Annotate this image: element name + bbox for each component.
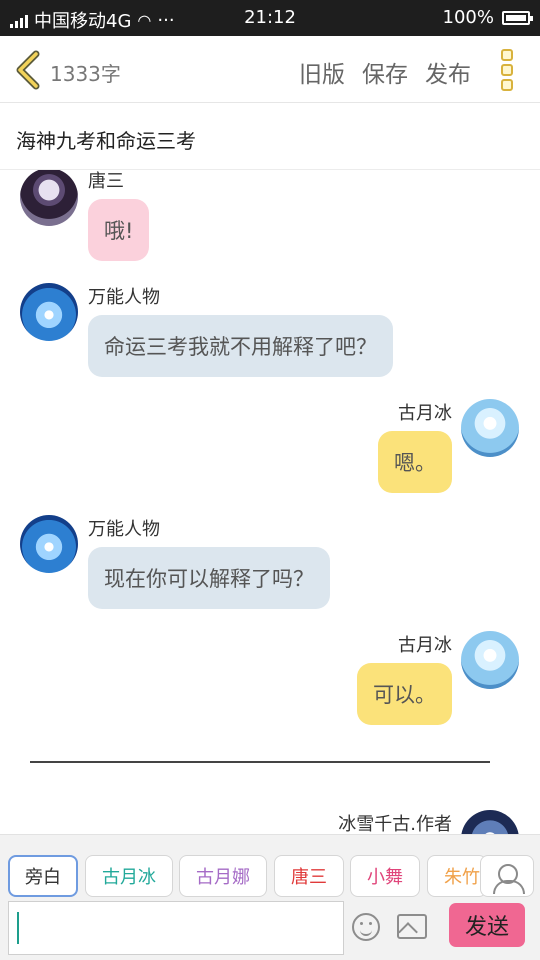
- character-chip-label: 古月冰: [102, 867, 156, 888]
- sender-name: 万能人物: [88, 519, 160, 540]
- battery-level: 100%: [442, 7, 494, 28]
- status-bar: 中国移动4G ◠ ··· 21:12 100%: [0, 0, 540, 36]
- sender-name: 古月冰: [398, 635, 452, 656]
- sender-name: 万能人物: [88, 287, 160, 308]
- avatar[interactable]: [20, 283, 78, 341]
- word-count: 1333字: [50, 62, 121, 86]
- character-chip-label: 小舞: [367, 867, 403, 888]
- avatar[interactable]: [20, 170, 78, 226]
- message-input[interactable]: [8, 901, 344, 955]
- character-chip-label: 旁白: [25, 867, 61, 888]
- avatar[interactable]: [20, 515, 78, 573]
- message-bubble[interactable]: 哦!: [88, 199, 150, 261]
- old-version-button[interactable]: 旧版: [299, 55, 345, 89]
- text-cursor: [17, 912, 19, 944]
- sender-name: 唐三: [88, 171, 124, 192]
- message-bubble[interactable]: 可以。: [357, 663, 452, 725]
- divider-line: [30, 761, 490, 763]
- sender-name: 冰雪千古.作者: [338, 814, 452, 834]
- back-chevron-icon[interactable]: [14, 50, 42, 90]
- character-chip-narrator[interactable]: 旁白: [8, 855, 78, 897]
- more-menu-icon[interactable]: [501, 49, 517, 91]
- chat-area[interactable]: 唐三 哦! 万能人物 命运三考我就不用解释了吧？ 古月冰 嗯。 万能人物 现在你…: [0, 170, 540, 834]
- story-title[interactable]: 海神九考和命运三考: [0, 104, 540, 170]
- sender-name: 古月冰: [398, 403, 452, 424]
- character-chip-label: 古月娜: [196, 867, 250, 888]
- composer-panel: 旁白 古月冰 古月娜 唐三 小舞 朱竹 发送: [0, 834, 540, 960]
- editor-header: 1333字 旧版 保存 发布: [0, 36, 540, 103]
- avatar[interactable]: [461, 631, 519, 689]
- avatar[interactable]: [461, 399, 519, 457]
- character-chip-label: 朱竹: [444, 867, 480, 888]
- character-chip-zhuzhu[interactable]: 朱竹: [427, 855, 487, 897]
- character-manage-person-icon[interactable]: [480, 855, 534, 897]
- character-chip-guyuebing[interactable]: 古月冰: [85, 855, 173, 897]
- save-button[interactable]: 保存: [362, 55, 408, 89]
- send-button[interactable]: 发送: [449, 903, 525, 947]
- character-chip-tangsan[interactable]: 唐三: [274, 855, 344, 897]
- message-bubble[interactable]: 命运三考我就不用解释了吧？: [88, 315, 393, 377]
- character-chip-label: 唐三: [291, 867, 327, 888]
- emoji-icon[interactable]: [352, 913, 380, 941]
- message-bubble[interactable]: 嗯。: [378, 431, 452, 493]
- character-chip-xiaowu[interactable]: 小舞: [350, 855, 420, 897]
- battery-icon: [502, 10, 533, 25]
- image-icon[interactable]: [397, 914, 427, 939]
- publish-button[interactable]: 发布: [425, 55, 471, 89]
- character-chip-guyuena[interactable]: 古月娜: [179, 855, 267, 897]
- avatar[interactable]: [461, 810, 519, 834]
- message-bubble[interactable]: 现在你可以解释了吗？: [88, 547, 330, 609]
